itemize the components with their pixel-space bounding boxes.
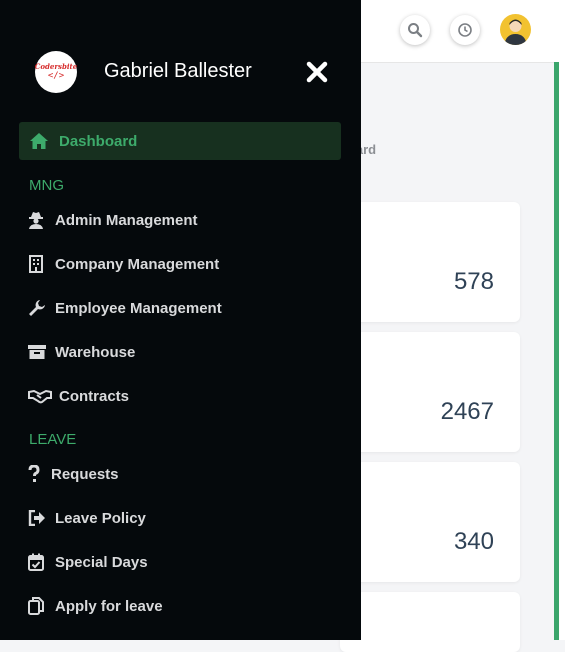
sidebar-item-label: Warehouse: [55, 343, 136, 361]
sidebar-item-label: Special Days: [55, 553, 148, 571]
building-icon: [29, 255, 43, 273]
search-button[interactable]: [400, 15, 430, 45]
sidebar: Codersbite </> Gabriel Ballester Dashboa…: [0, 0, 361, 640]
user-name: Gabriel Ballester: [104, 60, 252, 82]
sidebar-item-label: Employee Management: [55, 299, 222, 317]
sidebar-item-dashboard[interactable]: Dashboard: [19, 122, 341, 160]
sidebar-item-admin-management[interactable]: Admin Management: [28, 208, 198, 232]
sidebar-item-leave-policy[interactable]: Leave Policy: [28, 506, 146, 530]
section-title-mng: MNG: [29, 177, 64, 194]
sidebar-item-label: Company Management: [55, 255, 220, 273]
avatar[interactable]: [500, 14, 531, 45]
stat-card: [340, 592, 520, 652]
calendar-check-icon: [28, 553, 44, 571]
search-icon: [408, 23, 423, 38]
sidebar-item-label: Requests: [51, 465, 119, 483]
handshake-icon: [28, 389, 52, 404]
history-button[interactable]: [450, 15, 480, 45]
sidebar-item-label: Apply for leave: [55, 597, 163, 615]
sidebar-item-label: Admin Management: [55, 211, 198, 229]
close-icon: [306, 61, 328, 83]
archive-icon: [28, 345, 46, 359]
sign-out-icon: [28, 510, 45, 526]
sidebar-item-apply-for-leave[interactable]: Apply for leave: [28, 594, 163, 618]
sidebar-item-special-days[interactable]: Special Days: [28, 550, 148, 574]
stat-value: 340: [453, 528, 494, 555]
sidebar-item-warehouse[interactable]: Warehouse: [28, 340, 135, 364]
stat-card: 340: [340, 462, 520, 582]
stat-value: 2467: [440, 398, 494, 425]
copy-icon: [28, 597, 44, 615]
home-icon: [30, 133, 48, 149]
stat-card: 578: [340, 202, 520, 322]
user-avatar-icon: [504, 19, 527, 45]
user-secret-icon: [29, 212, 43, 229]
sidebar-item-label: Dashboard: [59, 132, 138, 150]
history-icon: [458, 23, 472, 37]
section-title-leave: LEAVE: [29, 431, 77, 448]
page-edge: [559, 62, 565, 640]
stat-card: 2467: [340, 332, 520, 452]
stat-value: 578: [453, 268, 494, 295]
wrench-icon: [29, 300, 45, 316]
sidebar-item-label: Leave Policy: [55, 509, 146, 527]
sidebar-item-requests[interactable]: Requests: [28, 462, 119, 486]
sidebar-item-employee-management[interactable]: Employee Management: [28, 296, 222, 320]
sidebar-item-contracts[interactable]: Contracts: [28, 384, 129, 408]
close-sidebar-button[interactable]: [303, 58, 331, 86]
brand-logo[interactable]: Codersbite </>: [35, 51, 77, 93]
sidebar-item-label: Contracts: [59, 387, 130, 405]
sidebar-item-company-management[interactable]: Company Management: [28, 252, 219, 276]
question-icon: [28, 465, 40, 482]
